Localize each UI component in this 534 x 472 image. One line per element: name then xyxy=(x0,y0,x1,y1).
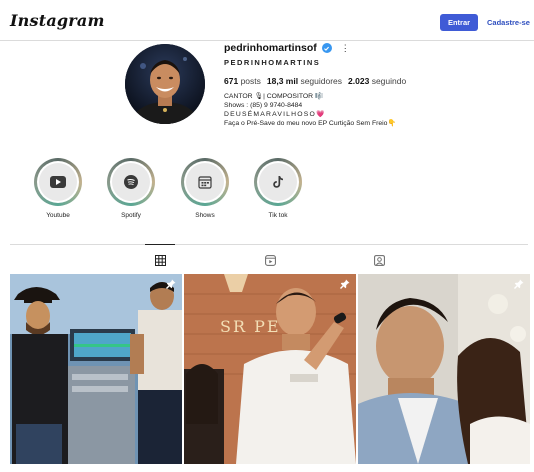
profile-bio: CANTOR 🎙| COMPOSITOR 🎼 Shows : (85) 9 97… xyxy=(224,92,396,128)
highlight-label: Youtube xyxy=(46,212,70,219)
tab-posts[interactable] xyxy=(153,253,167,267)
profile-stats: 671 posts 18,3 mil seguidores 2.023 segu… xyxy=(224,76,406,86)
highlight-label: Shows xyxy=(195,212,215,219)
username-row: pedrinhomartinsof ⋮ xyxy=(224,41,350,55)
highlight-label: Spotify xyxy=(121,212,141,219)
pin-icon xyxy=(340,279,350,289)
highlight-youtube[interactable]: Youtube xyxy=(30,158,86,219)
reels-icon xyxy=(264,254,276,266)
following-label: seguindo xyxy=(371,76,407,86)
bio-line: Faça o Pré-Save do meu novo EP Curtição … xyxy=(224,120,396,127)
highlight-shows[interactable]: Shows xyxy=(177,158,233,219)
followers-count: 18,3 mil xyxy=(266,76,299,86)
tiktok-icon xyxy=(273,176,283,188)
highlight-ring xyxy=(107,158,155,206)
signup-link[interactable]: Cadastre-se xyxy=(487,18,530,27)
posts-stat: 671 posts xyxy=(224,76,261,86)
bio-line: Shows : (85) 9 9740-8484 xyxy=(224,102,303,109)
active-tab-indicator xyxy=(145,244,175,245)
tab-tagged[interactable] xyxy=(372,253,386,267)
posts-label: posts xyxy=(240,76,261,86)
profile-full-name: PEDRINHOMARTINS xyxy=(224,58,321,67)
highlight-ring xyxy=(181,158,229,206)
profile-avatar[interactable] xyxy=(125,44,205,124)
followers-label: seguidores xyxy=(300,76,343,86)
tab-reels[interactable] xyxy=(263,253,277,267)
highlight-label: Tik tok xyxy=(268,212,288,219)
bio-line: CANTOR 🎙| COMPOSITOR 🎼 xyxy=(224,93,324,100)
post-thumbnail[interactable]: SR PE xyxy=(184,274,356,464)
following-stat[interactable]: 2.023 seguindo xyxy=(348,76,406,86)
username: pedrinhomartinsof xyxy=(224,42,317,54)
posts-count: 671 xyxy=(224,76,239,86)
highlight-spotify[interactable]: Spotify xyxy=(103,158,159,219)
pin-icon xyxy=(514,279,524,289)
youtube-icon xyxy=(50,176,66,188)
top-navigation-bar: Instagram Entrar Cadastre-se xyxy=(0,0,534,41)
more-options-icon[interactable]: ⋮ xyxy=(341,43,350,53)
tagged-icon xyxy=(373,254,385,266)
highlight-tiktok[interactable]: Tik tok xyxy=(250,158,306,219)
spotify-icon xyxy=(124,175,138,189)
login-button[interactable]: Entrar xyxy=(440,14,478,31)
pin-icon xyxy=(166,279,176,289)
post-thumbnail[interactable] xyxy=(10,274,182,464)
post-overlay-text: SR PE xyxy=(220,317,281,336)
post-thumbnail[interactable] xyxy=(358,274,530,464)
followers-stat[interactable]: 18,3 mil seguidores xyxy=(267,76,342,86)
instagram-logo[interactable]: Instagram xyxy=(10,11,105,30)
verified-badge-icon xyxy=(321,43,332,53)
grid-icon xyxy=(154,254,166,266)
bio-line: DEUSÉMARAVILHOSO💗 xyxy=(224,111,326,118)
highlight-ring xyxy=(34,158,82,206)
calendar-icon xyxy=(198,176,212,189)
highlight-ring xyxy=(254,158,302,206)
tabs-divider xyxy=(10,244,528,245)
following-count: 2.023 xyxy=(348,76,370,86)
